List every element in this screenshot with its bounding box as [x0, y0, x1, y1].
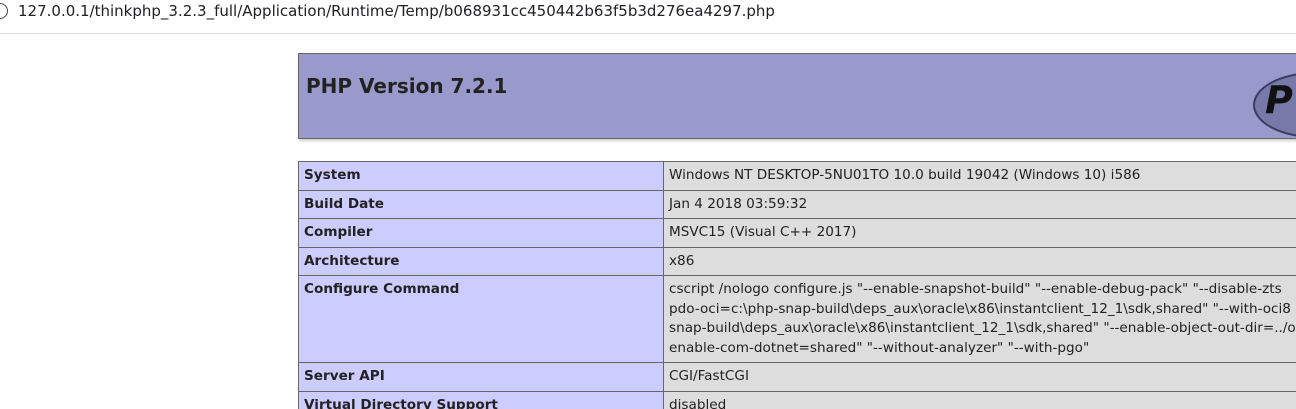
row-value-line: snap-build\deps_aux\oracle\x86\instantcl… [669, 320, 1296, 336]
table-row: Compiler MSVC15 (Visual C++ 2017) [298, 218, 1296, 248]
row-key: System [298, 161, 664, 191]
php-logo-icon[interactable]: P [1253, 72, 1296, 138]
address-bar[interactable]: 127.0.0.1/thinkphp_3.2.3_full/Applicatio… [0, 0, 1296, 34]
row-key: Architecture [298, 246, 664, 276]
row-key: Server API [298, 362, 664, 392]
row-key: Build Date [298, 189, 664, 219]
row-value: x86 [663, 246, 1296, 276]
row-key: Virtual Directory Support [298, 390, 664, 409]
row-value: CGI/FastCGI [663, 362, 1296, 392]
php-version-header: PHP Version 7.2.1 P [298, 53, 1296, 139]
site-info-icon[interactable] [0, 3, 8, 19]
row-key: Configure Command [298, 275, 664, 363]
row-value-line: x86 [669, 252, 695, 269]
row-value: MSVC15 (Visual C++ 2017) [663, 218, 1296, 248]
row-value: cscript /nologo configure.js "--enable-s… [663, 275, 1296, 363]
info-table: System Windows NT DESKTOP-5NU01TO 10.0 bu… [298, 161, 1296, 409]
table-row: Configure Command cscript /nologo configu… [298, 275, 1296, 363]
row-key: Compiler [298, 218, 664, 248]
table-row: Server API CGI/FastCGI [298, 362, 1296, 392]
table-row: Virtual Directory Support disabled [298, 390, 1296, 409]
table-row: Build Date Jan 4 2018 03:59:32 [298, 189, 1296, 219]
table-row: Architecture x86 [298, 246, 1296, 276]
row-value: Jan 4 2018 03:59:32 [663, 189, 1296, 219]
row-value-line: CGI/FastCGI [669, 368, 749, 384]
page-title: PHP Version 7.2.1 [306, 74, 508, 98]
php-logo-text: P [1265, 78, 1293, 122]
table-row: System Windows NT DESKTOP-5NU01TO 10.0 bu… [298, 161, 1296, 191]
row-value-line: MSVC15 (Visual C++ 2017) [669, 224, 857, 240]
phpinfo-page: PHP Version 7.2.1 P System Windows NT DES… [0, 34, 1296, 409]
row-value-line: disabled [669, 396, 727, 409]
row-value-line: Windows NT DESKTOP-5NU01TO 10.0 build 19… [669, 167, 1141, 183]
row-value: disabled [663, 390, 1296, 409]
row-value-line: Jan 4 2018 03:59:32 [669, 195, 808, 212]
row-value-line: pdo-oci=c:\php-snap-build\deps_aux\oracl… [669, 300, 1291, 317]
row-value-line: cscript /nologo configure.js "--enable-s… [669, 281, 1282, 297]
row-value: Windows NT DESKTOP-5NU01TO 10.0 build 19… [663, 161, 1296, 191]
row-value-line: enable-com-dotnet=shared" "--without-ana… [669, 339, 1090, 356]
url-text[interactable]: 127.0.0.1/thinkphp_3.2.3_full/Applicatio… [18, 2, 775, 20]
